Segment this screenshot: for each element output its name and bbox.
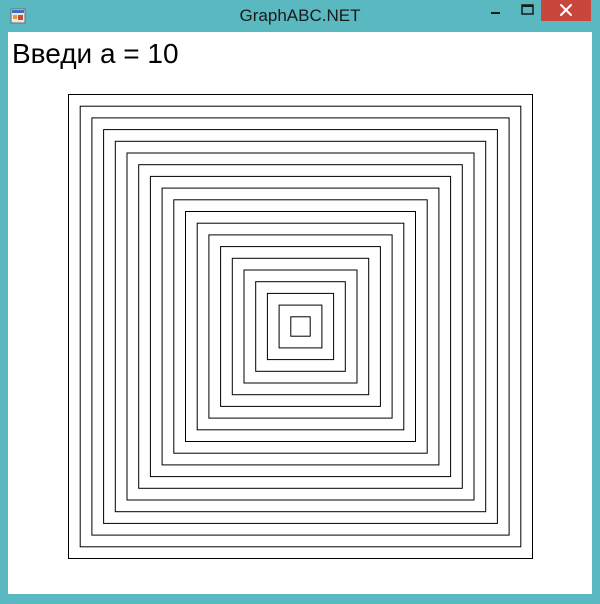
nested-square <box>185 211 416 442</box>
minimize-button[interactable] <box>476 0 514 21</box>
nested-square <box>103 129 498 524</box>
graphics-canvas-area: Введи а = 10 <box>8 32 592 594</box>
close-icon <box>560 4 572 16</box>
nested-square <box>231 257 370 396</box>
nested-squares-drawing <box>68 94 533 559</box>
nested-square <box>161 187 440 466</box>
app-window: GraphABC.NET Введи а = 10 <box>0 0 600 604</box>
nested-square <box>91 117 510 536</box>
nested-square <box>79 105 522 548</box>
nested-square <box>173 199 428 454</box>
minimize-icon <box>491 12 500 14</box>
nested-square <box>208 234 393 419</box>
nested-square <box>255 281 346 372</box>
nested-square <box>138 164 463 489</box>
nested-square <box>114 140 487 513</box>
nested-square <box>149 175 452 478</box>
input-prompt-text: Введи а = 10 <box>12 38 179 69</box>
nested-square <box>243 269 358 384</box>
nested-square <box>126 152 475 501</box>
nested-square <box>290 316 311 337</box>
nested-square <box>220 246 381 407</box>
maximize-icon <box>521 4 534 15</box>
nested-square <box>278 304 323 349</box>
close-button[interactable] <box>541 0 591 21</box>
nested-square <box>196 222 405 431</box>
maximize-button[interactable] <box>514 0 541 21</box>
nested-square <box>68 94 533 559</box>
title-bar[interactable]: GraphABC.NET <box>0 0 600 32</box>
nested-square <box>266 292 335 361</box>
